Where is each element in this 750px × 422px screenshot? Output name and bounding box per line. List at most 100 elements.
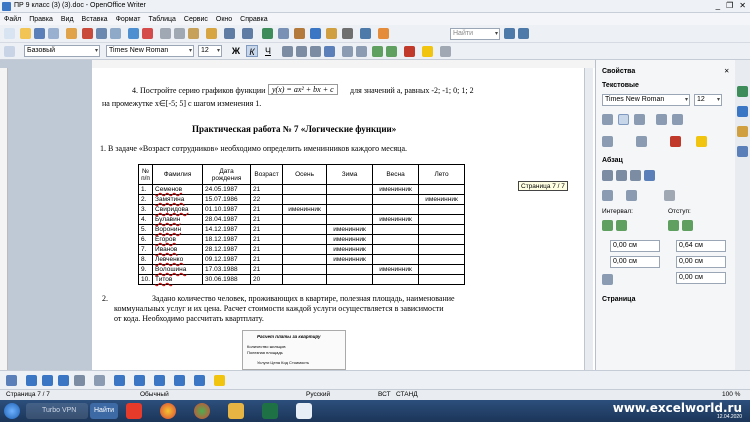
- font-color-icon[interactable]: [404, 46, 415, 57]
- table-cell[interactable]: 6.: [137, 234, 154, 245]
- bold-button[interactable]: Ж: [230, 45, 242, 57]
- table-cell[interactable]: 8.: [137, 254, 154, 265]
- sidebar-size-select[interactable]: 12 ▾: [694, 94, 722, 106]
- print-preview-icon[interactable]: [110, 28, 121, 39]
- table-cell[interactable]: [326, 214, 374, 225]
- redo-icon[interactable]: [242, 28, 253, 39]
- start-icon[interactable]: [4, 403, 20, 419]
- table-cell[interactable]: [372, 204, 420, 215]
- paragraph-style-select[interactable]: Базовый ▾: [24, 45, 100, 57]
- align-right-icon[interactable]: [310, 46, 321, 57]
- table-cell[interactable]: [418, 254, 466, 265]
- table-cell[interactable]: [282, 194, 328, 205]
- bullets-icon[interactable]: [356, 46, 367, 57]
- properties-tab-icon[interactable]: [737, 86, 748, 97]
- styles-icon[interactable]: [4, 46, 15, 57]
- table-cell[interactable]: 20: [250, 274, 284, 285]
- gallery-icon[interactable]: [326, 28, 337, 39]
- status-insert-mode[interactable]: ВСТ: [378, 391, 391, 398]
- print-icon[interactable]: [96, 28, 107, 39]
- table-cell[interactable]: 24.05.1987: [202, 184, 252, 195]
- table-cell[interactable]: [282, 274, 328, 285]
- find-next-icon[interactable]: [504, 28, 515, 39]
- shapes-icon[interactable]: [114, 375, 125, 386]
- formula-object[interactable]: y(x) = ax² + bx + c: [268, 84, 338, 95]
- indent-after-input[interactable]: 0,00 см: [676, 256, 726, 268]
- close-icon[interactable]: ✕: [724, 67, 729, 75]
- table-icon[interactable]: [278, 28, 289, 39]
- table-cell[interactable]: именинник: [372, 214, 420, 225]
- navigator-tab-icon[interactable]: [737, 146, 748, 157]
- flowchart-icon[interactable]: [174, 375, 185, 386]
- menu-help[interactable]: Справка: [240, 16, 267, 23]
- background-color-icon[interactable]: [440, 46, 451, 57]
- table-cell[interactable]: [282, 254, 328, 265]
- table-cell[interactable]: [326, 194, 374, 205]
- paste-icon[interactable]: [188, 28, 199, 39]
- turbo-vpn-search[interactable]: Turbo VPN: [26, 403, 88, 419]
- menu-window[interactable]: Окно: [216, 16, 232, 23]
- sb-para-bg-icon[interactable]: [664, 190, 675, 201]
- sb-align-right-icon[interactable]: [630, 170, 641, 181]
- numbering-icon[interactable]: [342, 46, 353, 57]
- gallery-tab-icon[interactable]: [737, 126, 748, 137]
- underline-button[interactable]: Ч: [262, 45, 274, 57]
- menu-format[interactable]: Формат: [116, 16, 141, 23]
- table-cell[interactable]: [372, 274, 420, 285]
- align-left-icon[interactable]: [282, 46, 293, 57]
- document-page[interactable]: 4. Постройте серию графиков функции y(x)…: [92, 68, 595, 370]
- symbol-shapes-icon[interactable]: [134, 375, 145, 386]
- menu-view[interactable]: Вид: [61, 16, 74, 23]
- select-icon[interactable]: [6, 375, 17, 386]
- table-cell[interactable]: [372, 254, 420, 265]
- section-text[interactable]: Текстовые: [602, 82, 639, 89]
- sb-strike-icon[interactable]: [656, 114, 667, 125]
- space-below-input[interactable]: 0,00 см: [610, 256, 660, 268]
- table-cell[interactable]: 28.04.1987: [202, 214, 252, 225]
- sb-italic-icon[interactable]: [618, 114, 629, 125]
- section-paragraph[interactable]: Абзац: [602, 157, 623, 164]
- table-cell[interactable]: Воронин: [152, 224, 204, 235]
- sb-bold-icon[interactable]: [602, 114, 613, 125]
- table-cell[interactable]: 28.12.1987: [202, 244, 252, 255]
- table-cell[interactable]: Свиридова: [152, 204, 204, 215]
- table-cell[interactable]: 1.: [137, 184, 154, 195]
- pdf-export-icon[interactable]: [82, 28, 93, 39]
- close-button[interactable]: ✕: [739, 1, 746, 10]
- chrome-icon[interactable]: [160, 403, 176, 419]
- table-cell[interactable]: [418, 264, 466, 275]
- embedded-image[interactable]: Расчет платы за квартиру Количество жиль…: [242, 330, 346, 370]
- table-cell[interactable]: именинник: [326, 224, 374, 235]
- table-cell[interactable]: 14.12.1987: [202, 224, 252, 235]
- table-cell[interactable]: 17.03.1988: [202, 264, 252, 275]
- table-cell[interactable]: [282, 214, 328, 225]
- table-cell[interactable]: Замятина: [152, 194, 204, 205]
- sb-font-color-icon[interactable]: [670, 136, 681, 147]
- table-cell[interactable]: 09.12.1987: [202, 254, 252, 265]
- table-cell[interactable]: 5.: [137, 224, 154, 235]
- callouts-icon[interactable]: [194, 375, 205, 386]
- table-cell[interactable]: Левченко: [152, 254, 204, 265]
- search-button[interactable]: Найти: [90, 403, 118, 419]
- table-cell[interactable]: именинник: [418, 194, 466, 205]
- table-cell[interactable]: 18.12.1987: [202, 234, 252, 245]
- table-cell[interactable]: Иванов: [152, 244, 204, 255]
- sb-numbering-icon[interactable]: [626, 190, 637, 201]
- first-line-indent-input[interactable]: 0,00 см: [676, 272, 726, 284]
- open-icon[interactable]: [20, 28, 31, 39]
- table-cell[interactable]: Егоров: [152, 234, 204, 245]
- table-cell[interactable]: 21: [250, 244, 284, 255]
- menu-insert[interactable]: Вставка: [82, 16, 108, 23]
- sidebar-font-select[interactable]: Times New Roman ▾: [602, 94, 690, 106]
- vertical-scrollbar[interactable]: [584, 68, 593, 370]
- table-cell[interactable]: 21: [250, 214, 284, 225]
- table-cell[interactable]: Титов: [152, 274, 204, 285]
- status-zoom[interactable]: 100 %: [722, 391, 740, 398]
- table-cell[interactable]: Семенов: [152, 184, 204, 195]
- table-cell[interactable]: именинник: [326, 234, 374, 245]
- excel-icon[interactable]: [262, 403, 278, 419]
- autospell-icon[interactable]: [142, 28, 153, 39]
- chevron-down-icon[interactable]: ▾: [189, 47, 192, 54]
- sb-align-center-icon[interactable]: [616, 170, 627, 181]
- italic-button[interactable]: К: [246, 45, 258, 57]
